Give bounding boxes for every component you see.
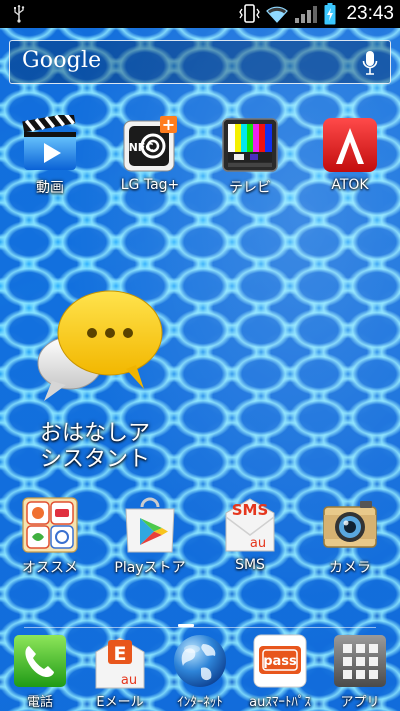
plus-text: + <box>162 115 175 134</box>
status-icons: 23:43 <box>238 0 394 28</box>
chat-bubble-icon <box>37 290 163 401</box>
usb-icon <box>14 5 25 23</box>
nfc-text: NFC <box>129 141 154 154</box>
vibrate-icon <box>239 4 261 23</box>
app-label: ATOK <box>331 177 369 193</box>
app-play-store[interactable]: Playストア <box>104 495 196 577</box>
play-store-icon <box>120 495 180 555</box>
dock-internet[interactable]: ｲﾝﾀｰﾈｯﾄ <box>160 632 240 710</box>
email-icon: E au <box>91 632 149 690</box>
app-label: 動画 <box>36 180 64 196</box>
assistant-label: おはなしア シスタント <box>40 421 151 472</box>
video-clapper-icon <box>20 112 80 175</box>
status-bar: 23:43 <box>0 0 400 28</box>
dock-label: ｲﾝﾀｰﾈｯﾄ <box>177 695 223 710</box>
dock-phone[interactable]: 電話 <box>0 632 80 710</box>
pass-text: pass <box>263 654 297 669</box>
dock-app-drawer[interactable]: アプリ <box>320 632 400 710</box>
google-logo: Google <box>22 48 102 73</box>
dock-label: アプリ <box>340 695 380 710</box>
nfc-tag-icon: + NFC <box>120 115 180 175</box>
app-label: LG Tag+ <box>120 177 180 193</box>
app-sms[interactable]: SMS au SMS <box>204 495 296 573</box>
app-label: オススメ <box>22 560 78 576</box>
app-label: SMS <box>235 557 265 573</box>
app-lg-tag[interactable]: + NFC LG Tag+ <box>104 115 196 193</box>
app-tv[interactable]: テレビ <box>204 115 296 197</box>
app-label: Playストア <box>114 560 186 576</box>
dock-divider <box>24 627 376 628</box>
phone-icon <box>11 632 69 690</box>
app-drawer-icon <box>331 632 389 690</box>
e-text: E <box>114 643 127 665</box>
dock-email[interactable]: E au Eメール <box>80 632 160 710</box>
dock-label: Eメール <box>96 695 144 710</box>
app-label: テレビ <box>229 180 271 196</box>
app-video[interactable]: 動画 <box>4 112 96 197</box>
dock-label: auｽﾏｰﾄﾊﾟｽ <box>249 695 311 710</box>
au-text: au <box>250 536 266 551</box>
camera-icon <box>320 495 380 555</box>
dock-au-smart-pass[interactable]: pass auｽﾏｰﾄﾊﾟｽ <box>240 632 320 710</box>
google-search-bar[interactable]: Google <box>9 40 391 84</box>
mic-icon[interactable] <box>362 50 378 76</box>
dock-label: 電話 <box>26 695 53 710</box>
app-label: カメラ <box>329 560 371 576</box>
globe-icon <box>171 632 229 690</box>
signal-icon <box>295 6 318 23</box>
tv-color-bars-icon <box>220 115 280 175</box>
status-time: 23:43 <box>346 3 394 24</box>
assistant-widget[interactable]: おはなしア シスタント <box>30 285 210 480</box>
au-smart-pass-icon: pass <box>251 632 309 690</box>
sms-envelope-icon: SMS au <box>220 495 280 555</box>
battery-charging-icon <box>324 3 336 25</box>
app-atok[interactable]: A ATOK <box>304 115 396 193</box>
au-text: au <box>121 673 137 688</box>
app-recommend[interactable]: オススメ <box>4 495 96 577</box>
app-camera[interactable]: カメラ <box>304 495 396 577</box>
wifi-icon <box>266 6 289 23</box>
atok-icon: A <box>320 115 380 175</box>
recommend-folder-icon <box>20 495 80 555</box>
sms-text: SMS <box>232 501 269 519</box>
dock: 電話 E au Eメール ｲﾝﾀｰﾈｯﾄ pass auｽﾏｰﾄﾊﾟｽ アプリ <box>0 630 400 711</box>
